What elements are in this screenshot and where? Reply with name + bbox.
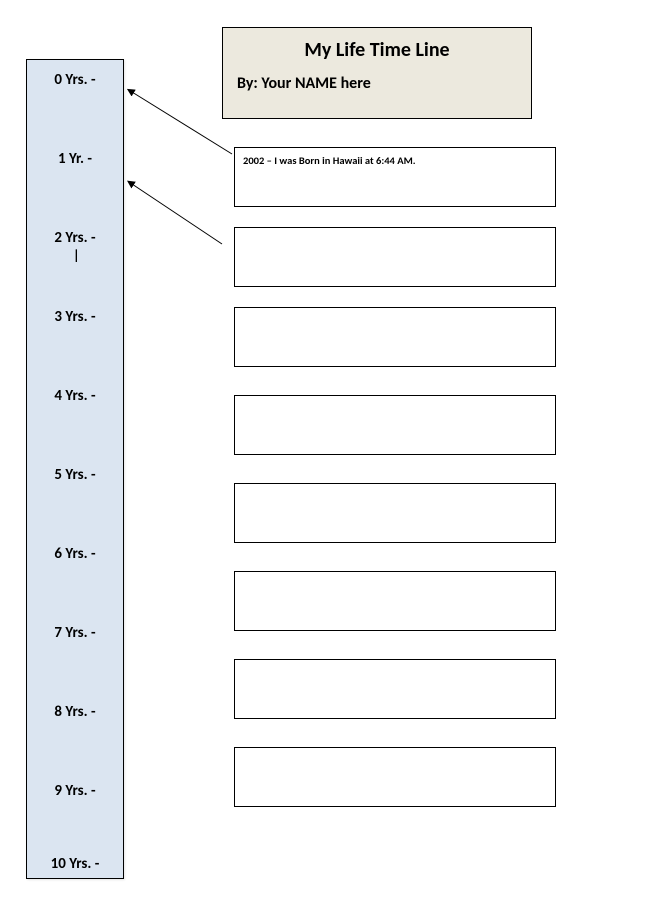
year-label-1: 1 Yr. - — [27, 150, 123, 168]
cursor-mark: | — [73, 247, 80, 264]
year-label-7: 7 Yrs. - — [27, 624, 123, 642]
event-box-4[interactable] — [234, 395, 556, 455]
year-label-0: 0 Yrs. - — [27, 71, 123, 89]
event-box-2[interactable] — [234, 227, 556, 287]
year-label-9: 9 Yrs. - — [27, 782, 123, 800]
arrow-2 — [132, 184, 222, 244]
event-text-1: 2002 – I was Born in Hawaii at 6:44 AM. — [243, 154, 416, 167]
event-box-3[interactable] — [234, 307, 556, 367]
page-title: My Life Time Line — [237, 38, 517, 62]
year-label-8: 8 Yrs. - — [27, 703, 123, 721]
event-box-7[interactable] — [234, 659, 556, 719]
byline: By: Your NAME here — [237, 74, 517, 93]
year-label-2: 2 Yrs. - — [27, 229, 123, 247]
timeline-column: 0 Yrs. - 1 Yr. - 2 Yrs. - | 3 Yrs. - 4 Y… — [26, 59, 124, 879]
title-box: My Life Time Line By: Your NAME here — [222, 27, 532, 119]
event-box-8[interactable] — [234, 747, 556, 807]
year-label-6: 6 Yrs. - — [27, 545, 123, 563]
year-label-4: 4 Yrs. - — [27, 387, 123, 405]
event-box-6[interactable] — [234, 571, 556, 631]
arrow-1 — [132, 92, 232, 154]
year-label-10: 10 Yrs. - — [27, 855, 123, 873]
year-label-3: 3 Yrs. - — [27, 308, 123, 326]
event-box-1[interactable]: 2002 – I was Born in Hawaii at 6:44 AM. — [234, 147, 556, 207]
year-label-5: 5 Yrs. - — [27, 466, 123, 484]
event-box-5[interactable] — [234, 483, 556, 543]
